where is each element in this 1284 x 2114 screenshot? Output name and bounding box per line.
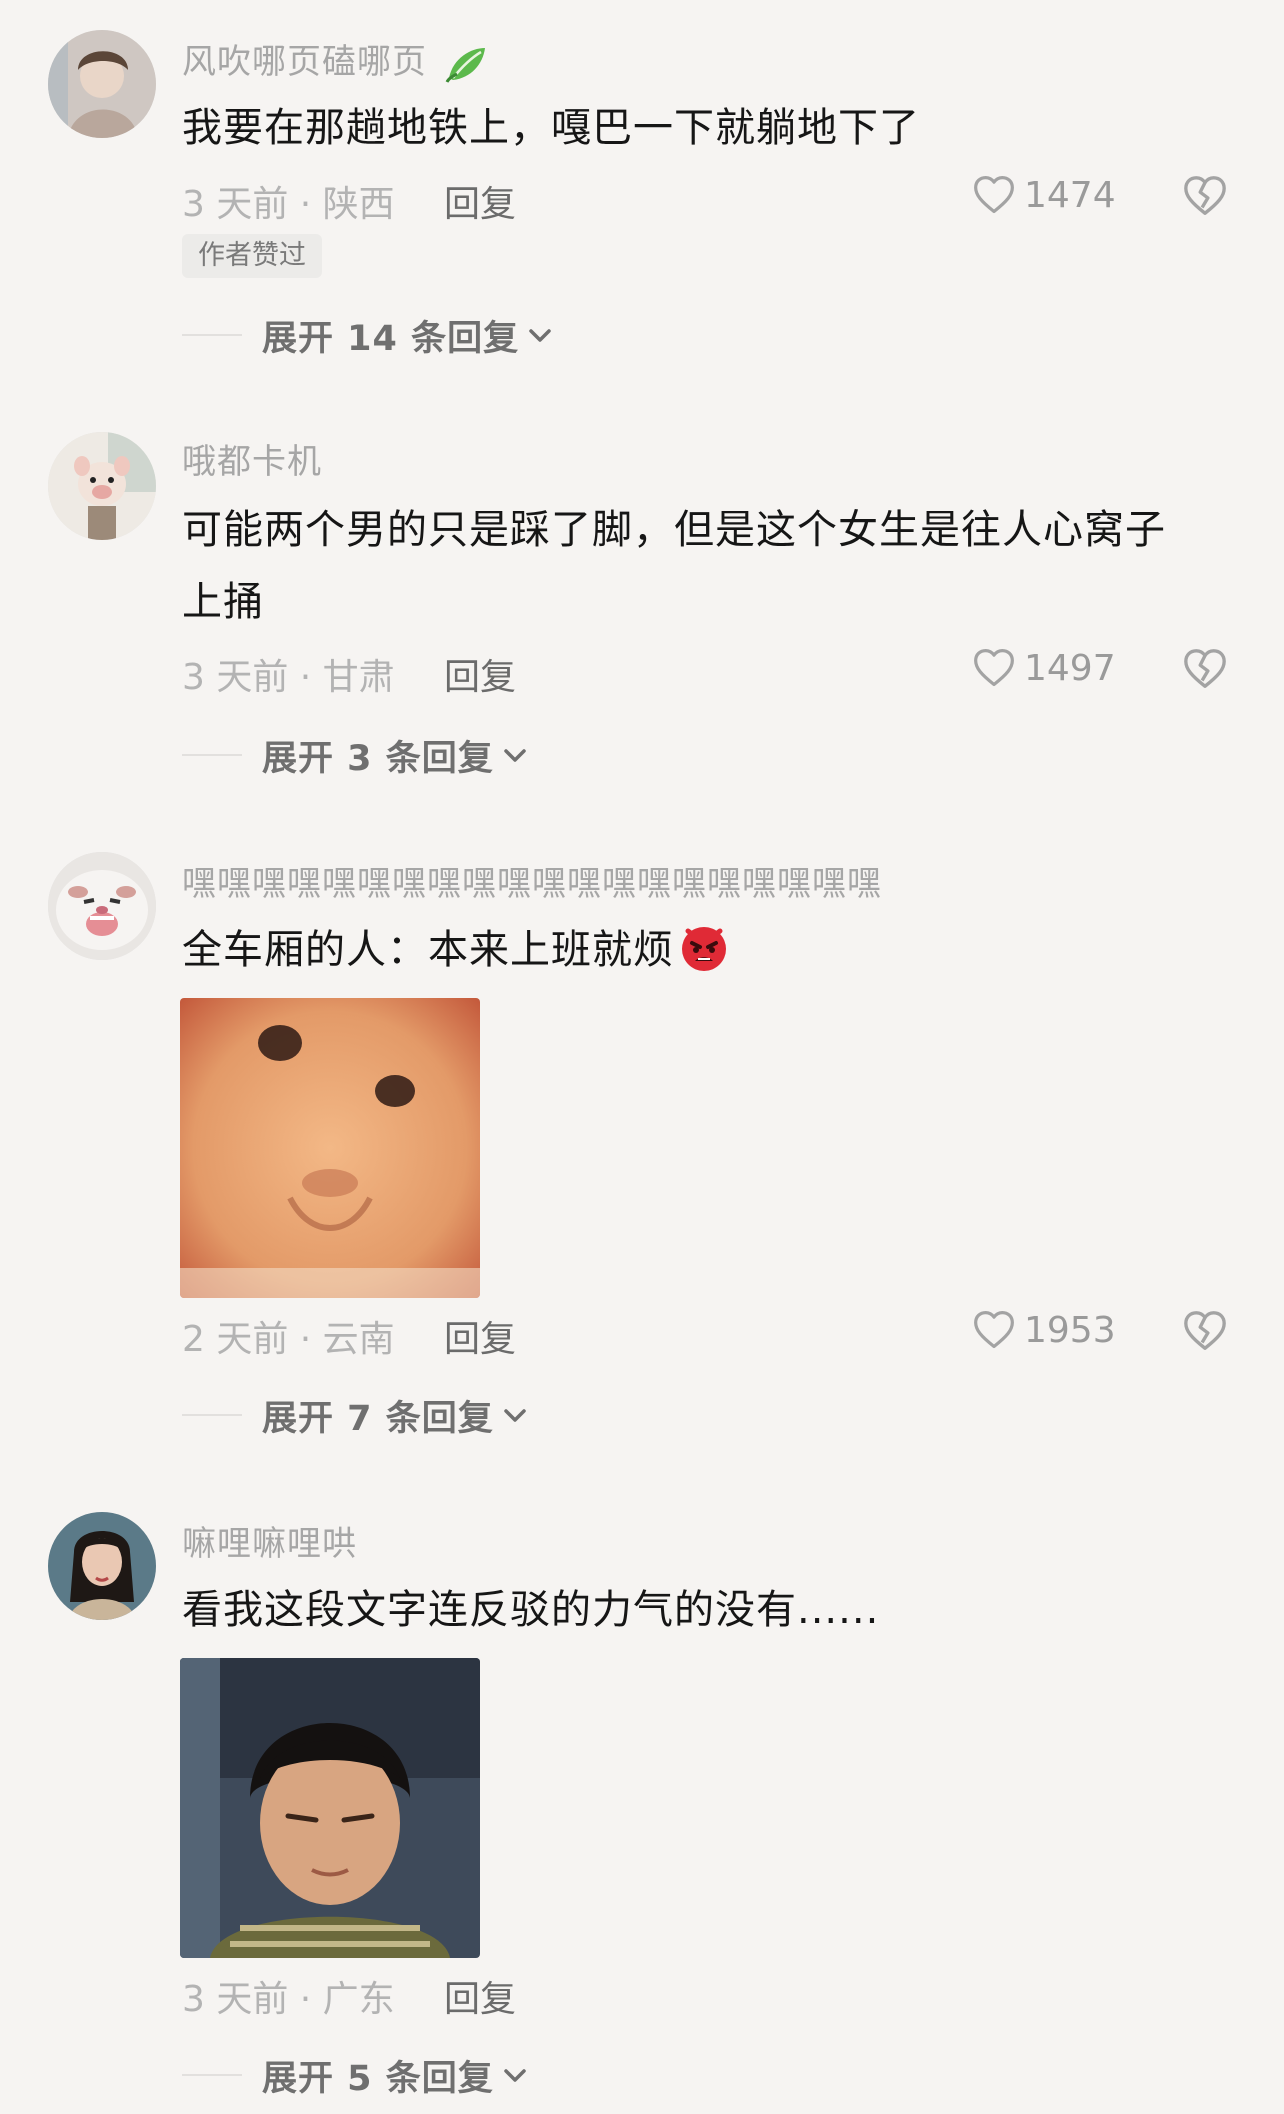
man-sticker-image[interactable] [180,1658,480,1958]
like-button[interactable]: 1474 [972,173,1116,217]
avatar-image [48,432,156,540]
divider [182,754,242,756]
time-location: 3 天前 · 甘肃 [182,657,395,698]
expand-replies-button[interactable]: 展开 14 条回复 [182,310,553,360]
chevron-down-icon [503,2069,526,2082]
cat-sticker-image[interactable] [180,998,480,1298]
avatar-image [48,852,156,960]
time-location: 3 天前 · 广东 [182,1979,395,2020]
author-liked-badge: 作者赞过 [182,234,322,278]
broken-heart-icon [1184,176,1226,215]
dislike-button[interactable] [1182,646,1228,701]
username[interactable]: 哦都卡机 [182,434,322,483]
username[interactable]: 风吹哪页磕哪页 [182,34,489,84]
like-count: 1953 [1024,1309,1116,1351]
leaf-icon [445,47,485,83]
broken-heart-icon [1184,649,1226,688]
chevron-down-icon [503,749,526,762]
sticker-image [180,998,480,1298]
expand-replies-label: 展开 5 条回复 [262,2058,494,2099]
expand-replies-label: 展开 7 条回复 [262,1398,494,1439]
comment-text: 我要在那趟地铁上，嘎巴一下就躺地下了 [182,105,920,151]
avatar[interactable] [48,432,156,540]
avatar[interactable] [48,852,156,960]
angry-face-emoji-icon [682,927,726,971]
comment-text: 可能两个男的只是踩了脚，但是这个女生是往人心窝子上捅 [182,507,1166,625]
dislike-button[interactable] [1182,173,1228,228]
comment-text: 全车厢的人：本来上班就烦 [182,914,1202,986]
comment-meta: 3 天前 · 甘肃 回复 1497 [182,648,1242,698]
divider [182,334,242,336]
like-button[interactable]: 1953 [972,1308,1116,1352]
dislike-button[interactable] [1182,1308,1228,1363]
avatar[interactable] [48,1512,156,1620]
like-button[interactable]: 1497 [972,646,1116,690]
divider [182,1414,242,1416]
avatar[interactable] [48,30,156,138]
avatar-image [48,30,156,138]
broken-heart-icon [1184,1311,1226,1350]
expand-replies-button[interactable]: 展开 7 条回复 [182,1390,528,1440]
time-location: 3 天前 · 陕西 [182,184,395,225]
time-location: 2 天前 · 云南 [182,1319,395,1360]
expand-replies-button[interactable]: 展开 5 条回复 [182,2050,528,2100]
heart-outline-icon [974,175,1014,214]
expand-replies-label: 展开 3 条回复 [262,738,494,779]
expand-replies-button[interactable]: 展开 3 条回复 [182,730,528,780]
username[interactable]: 嘿嘿嘿嘿嘿嘿嘿嘿嘿嘿嘿嘿嘿嘿嘿嘿嘿嘿嘿嘿 [182,856,882,905]
reply-button[interactable]: 回复 [444,1970,516,2022]
sticker-image [180,1658,480,1958]
like-count: 1474 [1024,174,1116,216]
chevron-down-icon [529,329,551,342]
like-count: 1497 [1024,647,1116,689]
divider [182,2074,242,2076]
expand-replies-label: 展开 14 条回复 [262,318,520,359]
comment-text: 看我这段文字连反驳的力气的没有...... [182,1587,880,1633]
heart-outline-icon [974,1310,1014,1349]
comment-feed: 风吹哪页磕哪页 我要在那趟地铁上，嘎巴一下就躺地下了 3 天前 · 陕西 回复 … [0,0,1284,2114]
comment-meta: 2 天前 · 云南 回复 1953 [182,1310,1242,1360]
reply-button[interactable]: 回复 [444,648,516,700]
reply-button[interactable]: 回复 [444,1310,516,1362]
reply-button[interactable]: 回复 [444,175,516,227]
comment-meta: 3 天前 · 陕西 回复 1474 [182,175,1242,225]
comment-meta: 3 天前 · 广东 回复 [182,1970,1242,2020]
username[interactable]: 嘛哩嘛哩哄 [182,1516,357,1565]
avatar-image [48,1512,156,1620]
chevron-down-icon [503,1409,526,1422]
heart-outline-icon [974,648,1014,687]
